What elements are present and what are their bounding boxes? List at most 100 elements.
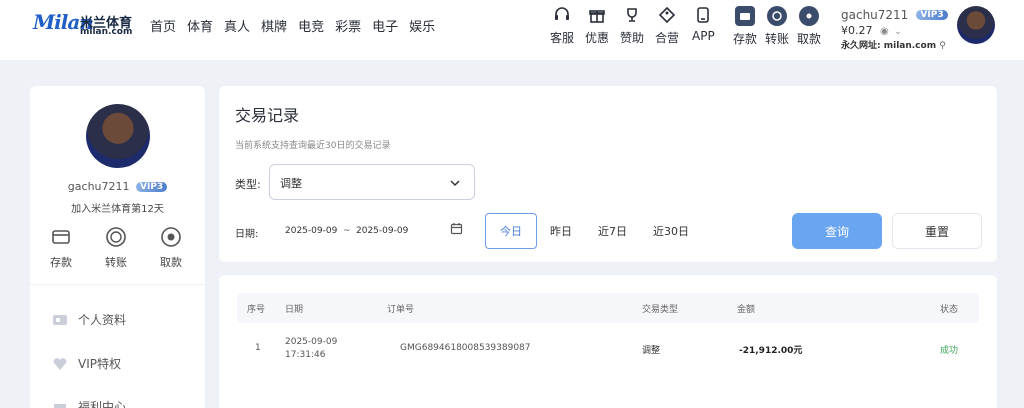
eye-icon[interactable]: ◉ [880, 26, 889, 37]
col-date: 日期 [285, 305, 304, 315]
row-status: 成功 [940, 346, 959, 356]
nav-cards[interactable]: 棋牌 [261, 16, 287, 35]
sidebar-item-welfare[interactable]: 福利中心 [52, 398, 126, 408]
date-from-input[interactable]: 2025-09-09 [285, 226, 337, 236]
sidebar-withdraw-label: 取款 [160, 256, 182, 269]
sidebar-deposit-label: 存款 [50, 256, 72, 269]
nav-home[interactable]: 首页 [150, 16, 176, 35]
tool-app-label: APP [692, 29, 715, 43]
tool-promo-label: 优惠 [585, 31, 610, 45]
header-deposit-button[interactable]: 存款 [733, 6, 757, 47]
top-header: Milan 米兰体育 milan.com 首页 体育 真人 棋牌 电竞 彩票 电… [0, 0, 1024, 60]
row-time: 17:31:46 [285, 350, 326, 360]
col-type: 交易类型 [642, 305, 679, 315]
tool-app[interactable]: APP [692, 6, 715, 43]
col-index: 序号 [247, 305, 266, 315]
search-icon[interactable]: ⚲ [939, 41, 946, 51]
range-today-button[interactable]: 今日 [485, 213, 537, 249]
sidebar-vip-badge: VIP3 [136, 182, 168, 192]
tool-partner-label: 合营 [655, 31, 680, 45]
gift-icon [589, 10, 605, 23]
header-withdraw-button[interactable]: 取款 [797, 6, 821, 47]
page-title: 交易记录 [235, 106, 300, 125]
header-user-info: gachu7211 VIP3 ¥0.27 ◉ ⌄ 永久网址: milan.com… [841, 4, 951, 51]
sidebar-item-profile[interactable]: 个人资料 [52, 311, 126, 328]
row-index: 1 [255, 343, 261, 353]
type-select-value: 调整 [280, 177, 302, 190]
withdraw-icon [160, 226, 182, 248]
sidebar-transfer-label: 转账 [105, 256, 127, 269]
header-vip-badge: VIP3 [916, 9, 948, 20]
site-logo[interactable]: Milan 米兰体育 milan.com [33, 10, 143, 38]
header-username: gachu7211 [841, 8, 909, 22]
logo-domain: milan.com [80, 27, 133, 37]
sidebar-item-welfare-label: 福利中心 [78, 400, 127, 408]
table-header: 序号 日期 订单号 交易类型 金额 状态 [237, 293, 979, 323]
transaction-filter-panel: 交易记录 当前系统支持查询最近30日的交易记录 类型: 调整 日期: 2025-… [219, 86, 997, 262]
sidebar-item-vip-label: VIP特权 [78, 357, 121, 371]
header-withdraw-label: 取款 [797, 32, 822, 46]
tool-partner[interactable]: 合营 [655, 6, 679, 46]
chevron-down-icon[interactable]: ⌄ [894, 27, 902, 37]
left-sidebar: gachu7211 VIP3 加入米兰体育第12天 存款 转账 取款 个人资料 … [30, 86, 205, 408]
date-range-separator: ~ [343, 226, 351, 236]
type-select[interactable]: 调整 [269, 164, 475, 200]
nav-slots[interactable]: 电子 [372, 16, 398, 35]
main-nav: 首页 体育 真人 棋牌 电竞 彩票 电子 娱乐 [150, 16, 446, 35]
sidebar-username: gachu7211 [67, 180, 130, 193]
header-avatar[interactable] [957, 6, 995, 44]
range-7days-button[interactable]: 近7日 [585, 213, 640, 249]
tool-support[interactable]: 客服 [550, 6, 574, 46]
diamond-tag-icon [658, 6, 676, 24]
tool-sponsor-label: 赞助 [620, 31, 645, 45]
sidebar-user-row: gachu7211 VIP3 [30, 180, 205, 193]
nav-entertainment[interactable]: 娱乐 [409, 16, 435, 35]
calendar-icon[interactable] [450, 222, 463, 235]
profile-card-icon [53, 314, 67, 325]
permanent-address: 永久网址: milan.com [841, 41, 937, 51]
header-transfer-button[interactable]: 转账 [765, 6, 789, 47]
sidebar-avatar[interactable] [86, 104, 150, 168]
nav-live[interactable]: 真人 [224, 16, 250, 35]
tool-promo[interactable]: 优惠 [585, 6, 609, 46]
date-to-input[interactable]: 2025-09-09 [356, 226, 408, 236]
nav-esports[interactable]: 电竞 [298, 16, 324, 35]
header-deposit-label: 存款 [733, 32, 758, 46]
chevron-down-icon [450, 180, 460, 187]
range-30days-button[interactable]: 近30日 [640, 213, 702, 249]
gift-box-icon [54, 403, 66, 408]
transfer-icon [105, 226, 127, 248]
wallet-icon [735, 6, 755, 26]
tool-support-label: 客服 [550, 31, 575, 45]
tool-sponsor[interactable]: 赞助 [620, 6, 644, 46]
quick-range-group: 今日 昨日 近7日 近30日 [485, 213, 702, 249]
type-label: 类型: [235, 178, 261, 191]
header-transfer-label: 转账 [765, 32, 790, 46]
range-yesterday-button[interactable]: 昨日 [537, 213, 585, 249]
sidebar-withdraw-button[interactable]: 取款 [160, 226, 182, 270]
col-amount: 金额 [737, 305, 756, 315]
sidebar-join-days: 加入米兰体育第12天 [71, 204, 164, 215]
withdraw-icon [799, 6, 819, 26]
header-balance: ¥0.27 [841, 24, 873, 37]
row-amount: -21,912.00元 [739, 346, 803, 356]
col-order: 订单号 [387, 305, 415, 315]
table-row[interactable]: 1 2025-09-09 17:31:46 GMG689461800853938… [237, 327, 979, 377]
sidebar-transfer-button[interactable]: 转账 [105, 226, 127, 270]
reset-button[interactable]: 重置 [892, 213, 982, 249]
sidebar-divider [30, 284, 205, 285]
row-date: 2025-09-09 [285, 337, 338, 347]
trophy-icon [627, 8, 637, 22]
sidebar-deposit-button[interactable]: 存款 [50, 226, 72, 270]
headset-icon [555, 7, 569, 20]
transaction-table: 序号 日期 订单号 交易类型 金额 状态 1 2025-09-09 17:31:… [219, 275, 997, 408]
date-label: 日期: [235, 229, 259, 240]
vip-heart-icon [53, 357, 67, 370]
query-button[interactable]: 查询 [792, 213, 882, 249]
query-range-note: 当前系统支持查询最近30日的交易记录 [235, 141, 391, 151]
nav-lottery[interactable]: 彩票 [335, 16, 361, 35]
nav-sports[interactable]: 体育 [187, 16, 213, 35]
sidebar-item-vip[interactable]: VIP特权 [52, 355, 121, 372]
row-type: 调整 [642, 346, 661, 356]
wallet-icon [50, 226, 72, 248]
